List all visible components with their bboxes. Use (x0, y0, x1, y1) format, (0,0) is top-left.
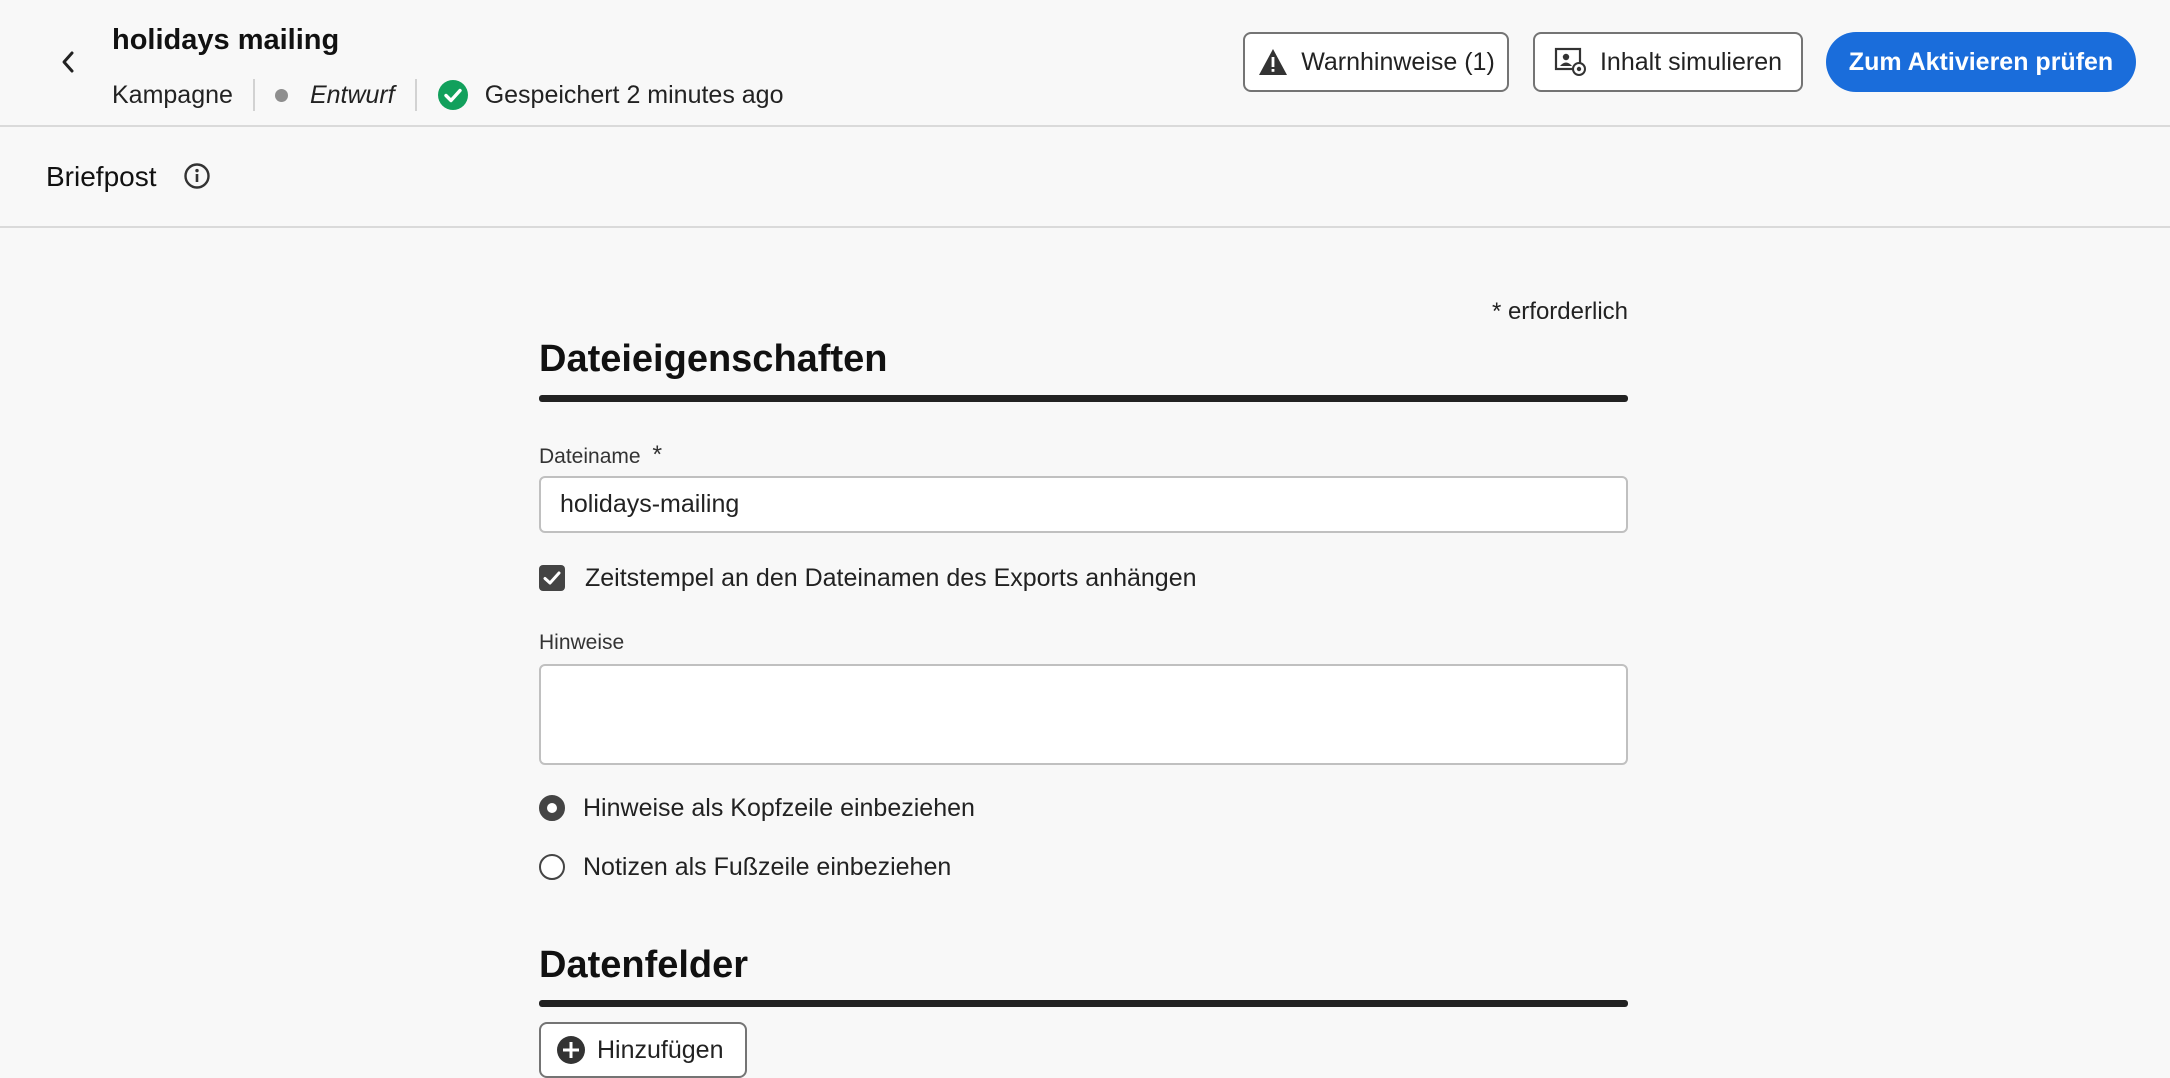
required-mark: * (652, 441, 663, 469)
channel-bar: Briefpost (0, 129, 2170, 228)
review-to-activate-button[interactable]: Zum Aktivieren prüfen (1826, 32, 2136, 92)
info-icon[interactable] (183, 162, 211, 190)
preview-icon (1554, 47, 1586, 76)
radio-header-row[interactable]: Hinweise als Kopfzeile einbeziehen (539, 792, 975, 824)
channel-label: Briefpost (46, 161, 157, 192)
filename-label-text: Dateiname (539, 445, 641, 468)
timestamp-checkbox[interactable] (539, 565, 565, 591)
section-divider (539, 395, 1628, 402)
saved-status: Gespeichert 2 minutes ago (484, 80, 784, 109)
add-circle-icon (557, 1036, 585, 1064)
section-title-data-fields: Datenfelder (539, 944, 749, 986)
campaign-type: Kampagne (112, 80, 233, 109)
radio-footer-row[interactable]: Notizen als Fußzeile einbeziehen (539, 851, 951, 883)
section-divider (539, 1000, 1628, 1007)
radio-footer-label: Notizen als Fußzeile einbeziehen (583, 852, 952, 881)
section-title-file-properties: Dateieigenschaften (539, 338, 888, 380)
check-circle-icon (437, 80, 468, 110)
filename-label: Dateiname * (539, 441, 662, 470)
chevron-left-icon (62, 51, 74, 73)
divider (414, 79, 417, 111)
simulate-content-button[interactable]: Inhalt simulieren (1533, 32, 1803, 92)
checkmark-icon (543, 571, 561, 585)
timestamp-checkbox-label: Zeitstempel an den Dateinamen des Export… (585, 563, 1197, 592)
filename-input[interactable]: holidays-mailing (539, 476, 1628, 533)
simulate-content-label: Inhalt simulieren (1599, 47, 1783, 76)
required-note: * erforderlich (1491, 298, 1628, 325)
warning-triangle-icon (1259, 49, 1288, 75)
notes-label: Hinweise (539, 631, 625, 654)
back-button[interactable] (52, 44, 84, 80)
header-bar: holidays mailing Kampagne Entwurf Gespei… (0, 0, 2170, 127)
divider (252, 79, 255, 111)
warnings-button-label: Warnhinweise (1) (1301, 47, 1495, 76)
status-label: Entwurf (309, 80, 395, 109)
add-field-label: Hinzufügen (597, 1035, 724, 1064)
add-field-button[interactable]: Hinzufügen (539, 1022, 747, 1078)
warnings-button[interactable]: Warnhinweise (1) (1243, 32, 1509, 92)
radio-header-label: Hinweise als Kopfzeile einbeziehen (583, 793, 975, 822)
notes-textarea[interactable] (539, 664, 1628, 765)
radio-footer[interactable] (539, 854, 565, 880)
campaign-meta: Kampagne Entwurf Gespeichert 2 minutes a… (112, 78, 783, 112)
campaign-title: holidays mailing (112, 24, 340, 56)
status-dot-icon (274, 88, 288, 102)
radio-header[interactable] (539, 795, 565, 821)
timestamp-checkbox-row[interactable]: Zeitstempel an den Dateinamen des Export… (539, 562, 1197, 594)
